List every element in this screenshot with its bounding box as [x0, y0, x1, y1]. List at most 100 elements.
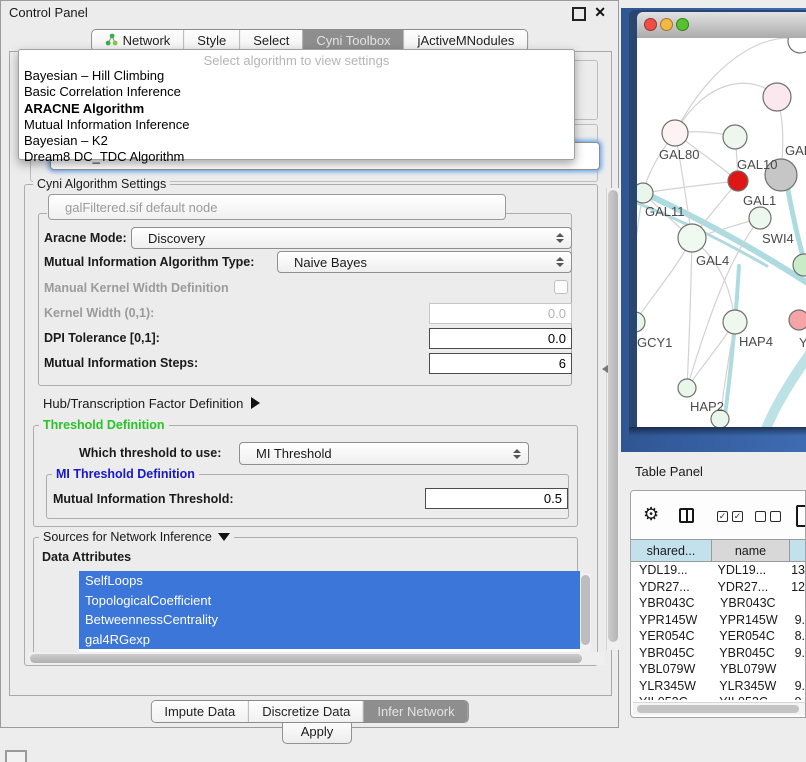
control-panel-titlebar: Control Panel ✕	[1, 1, 618, 23]
mi-steps-field[interactable]	[429, 353, 572, 374]
network-node[interactable]	[678, 379, 696, 397]
tab-jactivemnodules[interactable]: jActiveMNodules	[404, 30, 528, 51]
network-node[interactable]	[723, 125, 747, 149]
cell-value: 9.	[789, 645, 805, 662]
data-attributes-list[interactable]: SelfLoopsTopologicalCoefficientBetweenne…	[79, 571, 580, 655]
cell-value: 12	[785, 579, 805, 596]
table-row[interactable]: YBR043CYBR043C	[631, 595, 805, 612]
cell-value	[790, 595, 805, 612]
unchecked-checkbox-icon[interactable]	[755, 511, 766, 522]
node-label: SWI4	[762, 231, 794, 246]
network-node[interactable]	[749, 207, 771, 229]
table-row[interactable]: YER054CYER054C8.	[631, 628, 805, 645]
panel-title: Control Panel	[9, 5, 88, 20]
cell-value: 9.	[789, 678, 805, 695]
attribute-list-item[interactable]: gal4RGexp	[79, 630, 580, 650]
checked-checkbox-icon[interactable]: ✓	[732, 511, 743, 522]
algorithm-option[interactable]: Bayesian – Hill Climbing	[19, 68, 574, 84]
attribute-list-item[interactable]: SelfLoops	[79, 571, 580, 591]
network-node[interactable]	[788, 38, 806, 53]
hub-definition-label: Hub/Transcription Factor Definition	[43, 396, 243, 411]
mi-threshold-field[interactable]	[425, 488, 568, 509]
table-horizontal-scrollbar[interactable]	[633, 702, 805, 715]
algorithm-option[interactable]: Dream8 DC_TDC Algorithm	[19, 149, 574, 165]
dpi-tolerance-label: DPI Tolerance [0,1]:	[44, 331, 160, 345]
tab-impute-data[interactable]: Impute Data	[151, 701, 248, 722]
tab-style[interactable]: Style	[183, 30, 239, 51]
minimized-panel-icon[interactable]	[5, 750, 27, 762]
manual-kernel-checkbox[interactable]	[554, 280, 568, 294]
algorithm-option[interactable]: Bayesian – K2	[19, 133, 574, 149]
dpi-tolerance-field[interactable]	[429, 328, 572, 349]
checked-checkbox-icon[interactable]: ✓	[717, 511, 728, 522]
network-node[interactable]	[789, 310, 806, 330]
table-row[interactable]: YPR145WYPR145W9.	[631, 612, 805, 629]
columns-icon[interactable]	[679, 508, 694, 523]
tab-select[interactable]: Select	[239, 30, 302, 51]
table-row[interactable]: YBR045CYBR045C9.	[631, 645, 805, 662]
float-window-icon[interactable]	[572, 7, 586, 21]
algorithm-option[interactable]: Mutual Information Inference	[19, 117, 574, 133]
tab-label: Select	[253, 33, 289, 48]
stepper-arrows-icon	[556, 257, 564, 267]
network-node[interactable]	[723, 310, 747, 334]
column-header[interactable]: name	[712, 539, 790, 562]
attribute-list-item[interactable]: BetweennessCentrality	[79, 610, 580, 630]
splitter-arrow-icon[interactable]	[602, 365, 608, 373]
network-node[interactable]	[662, 120, 688, 146]
sources-title[interactable]: Sources for Network Inference	[39, 530, 234, 544]
zoom-traffic-light-icon[interactable]	[676, 18, 689, 31]
gear-icon[interactable]: ⚙	[643, 505, 659, 523]
table-row[interactable]: YIL052CYIL052C9.	[631, 694, 805, 700]
cell-name: YBR043C	[712, 595, 790, 612]
table-row[interactable]: YBL079WYBL079W	[631, 661, 805, 678]
tab-infer-network[interactable]: Infer Network	[363, 701, 467, 722]
hub-definition-expander[interactable]: Hub/Transcription Factor Definition	[43, 396, 260, 411]
cell-shared-name: YPR145W	[631, 612, 711, 629]
close-icon[interactable]: ✕	[594, 4, 606, 21]
column-header[interactable]	[790, 539, 806, 562]
network-node[interactable]	[678, 224, 706, 252]
aracne-mode-combobox[interactable]: Discovery	[131, 227, 572, 249]
cell-name: YBL079W	[712, 661, 790, 678]
tab-network[interactable]: Network	[92, 30, 184, 51]
cell-name: YLR345W	[711, 678, 788, 695]
tab-discretize-data[interactable]: Discretize Data	[248, 701, 363, 722]
network-window-titlebar[interactable]	[637, 12, 806, 39]
close-traffic-light-icon[interactable]	[644, 18, 657, 31]
network-node[interactable]	[763, 83, 791, 111]
tab-label: Style	[197, 33, 226, 48]
settings-vertical-scrollbar[interactable]	[606, 188, 620, 650]
attribute-list-item[interactable]: TopologicalCoefficient	[79, 591, 580, 611]
tab-label: Cyni Toolbox	[316, 33, 390, 48]
which-threshold-combobox[interactable]: MI Threshold	[239, 442, 529, 465]
collapse-down-icon	[218, 533, 230, 541]
table-row[interactable]: YDL19...YDL19...13	[631, 562, 805, 579]
table-panel-title: Table Panel	[635, 464, 703, 479]
window-shadow	[629, 427, 806, 436]
dropdown-ghost-title: Select algorithm to view settings	[19, 53, 574, 68]
network-node[interactable]	[637, 183, 653, 203]
minimize-traffic-light-icon[interactable]	[660, 18, 673, 31]
document-icon[interactable]	[796, 505, 806, 527]
table-row[interactable]: YDR27...YDR27...12	[631, 579, 805, 596]
network-canvas[interactable]: GALGAL80GAL10GAL1GAL11SWI4GAL4GCY1HAP4YH…	[637, 38, 806, 427]
settings-horizontal-scrollbar[interactable]	[28, 652, 605, 665]
network-combobox[interactable]: galFiltered.sif default node	[48, 194, 506, 220]
cell-value: 13	[785, 562, 805, 579]
mi-steps-label: Mutual Information Steps:	[44, 356, 198, 370]
node-label: HAP4	[739, 334, 773, 349]
algorithm-option[interactable]: ARACNE Algorithm	[19, 101, 574, 117]
algorithm-option[interactable]: Basic Correlation Inference	[19, 84, 574, 100]
network-node[interactable]	[728, 171, 748, 191]
attributes-scrollbar[interactable]	[580, 573, 591, 653]
unchecked-checkbox-icon[interactable]	[770, 511, 781, 522]
network-node[interactable]	[637, 312, 645, 332]
algorithm-definition-groupbox: Algorithm Definition Aracne Mode: Discov…	[38, 213, 572, 386]
kernel-width-field[interactable]	[429, 303, 572, 324]
mi-type-combobox[interactable]: Naive Bayes	[277, 251, 572, 273]
mi-type-value: Naive Bayes	[294, 255, 367, 270]
column-header[interactable]: shared...	[631, 539, 712, 562]
table-row[interactable]: YLR345WYLR345W9.	[631, 678, 805, 695]
tab-cyni-toolbox[interactable]: Cyni Toolbox	[302, 30, 403, 51]
